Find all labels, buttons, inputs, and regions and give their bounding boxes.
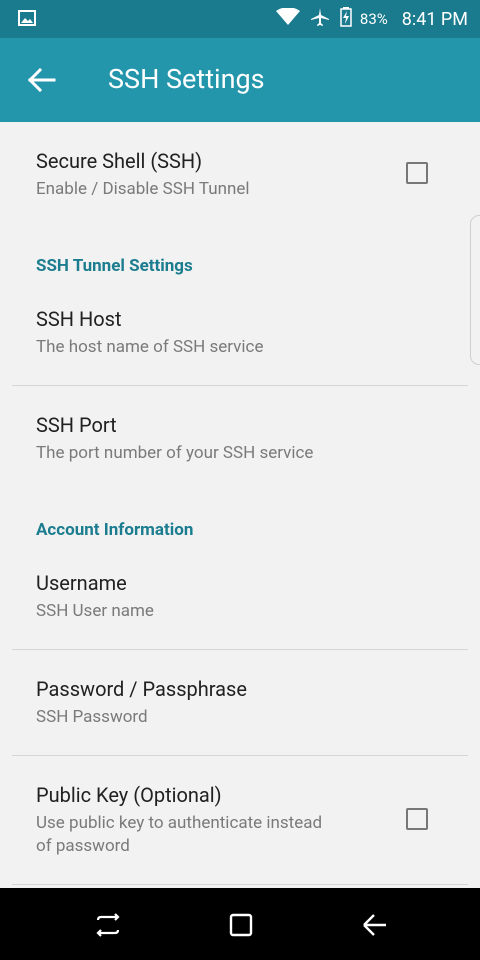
pref-ssh-port[interactable]: SSH Port The port number of your SSH ser… — [0, 386, 480, 492]
airplane-mode-icon — [310, 7, 330, 31]
pref-title: Secure Shell (SSH) — [36, 149, 203, 173]
pref-title: Username — [36, 571, 127, 595]
clock: 8:41 PM — [401, 8, 468, 30]
battery-percentage: 83% — [359, 10, 388, 28]
home-icon[interactable] — [226, 910, 256, 940]
pref-summary: SSH Password — [36, 707, 148, 727]
pref-secure-shell[interactable]: Secure Shell (SSH) Enable / Disable SSH … — [0, 122, 480, 226]
recent-apps-icon[interactable] — [93, 910, 123, 940]
public-key-checkbox[interactable] — [406, 808, 428, 830]
pref-password[interactable]: Password / Passphrase SSH Password — [0, 650, 480, 755]
overscroll-edge — [470, 215, 480, 365]
category-account-information: Account Information — [36, 520, 194, 540]
ssh-enable-checkbox[interactable] — [406, 162, 428, 184]
wifi-icon — [275, 7, 300, 30]
pref-summary: The port number of your SSH service — [36, 443, 314, 463]
pref-summary-line: Use public key to authenticate instead — [36, 813, 323, 833]
arrow-left-icon[interactable] — [26, 66, 58, 94]
pref-title: SSH Host — [36, 307, 122, 331]
back-icon[interactable] — [360, 910, 390, 940]
navigation-bar — [0, 888, 480, 960]
status-bar: 83% 8:41 PM — [0, 0, 480, 38]
preferences-list[interactable]: Secure Shell (SSH) Enable / Disable SSH … — [0, 122, 480, 888]
pref-public-key[interactable]: Public Key (Optional) Use public key to … — [0, 756, 480, 884]
pref-summary: Enable / Disable SSH Tunnel — [36, 179, 250, 199]
pref-summary: SSH User name — [36, 601, 154, 621]
pref-summary-line: of password — [36, 836, 130, 856]
app-bar: SSH Settings — [0, 38, 480, 122]
pref-ssh-host[interactable]: SSH Host The host name of SSH service — [0, 282, 480, 386]
image-notification-icon — [18, 10, 36, 30]
battery-charging-icon — [340, 7, 352, 31]
divider — [12, 884, 468, 885]
pref-title: SSH Port — [36, 413, 117, 437]
pref-title: Public Key (Optional) — [36, 783, 222, 807]
pref-username[interactable]: Username SSH User name — [0, 546, 480, 649]
page-title: SSH Settings — [108, 63, 265, 95]
pref-title: Password / Passphrase — [36, 677, 247, 701]
pref-summary: The host name of SSH service — [36, 337, 264, 357]
status-icons: 83% 8:41 PM — [275, 0, 468, 38]
category-ssh-tunnel-settings: SSH Tunnel Settings — [36, 256, 193, 276]
